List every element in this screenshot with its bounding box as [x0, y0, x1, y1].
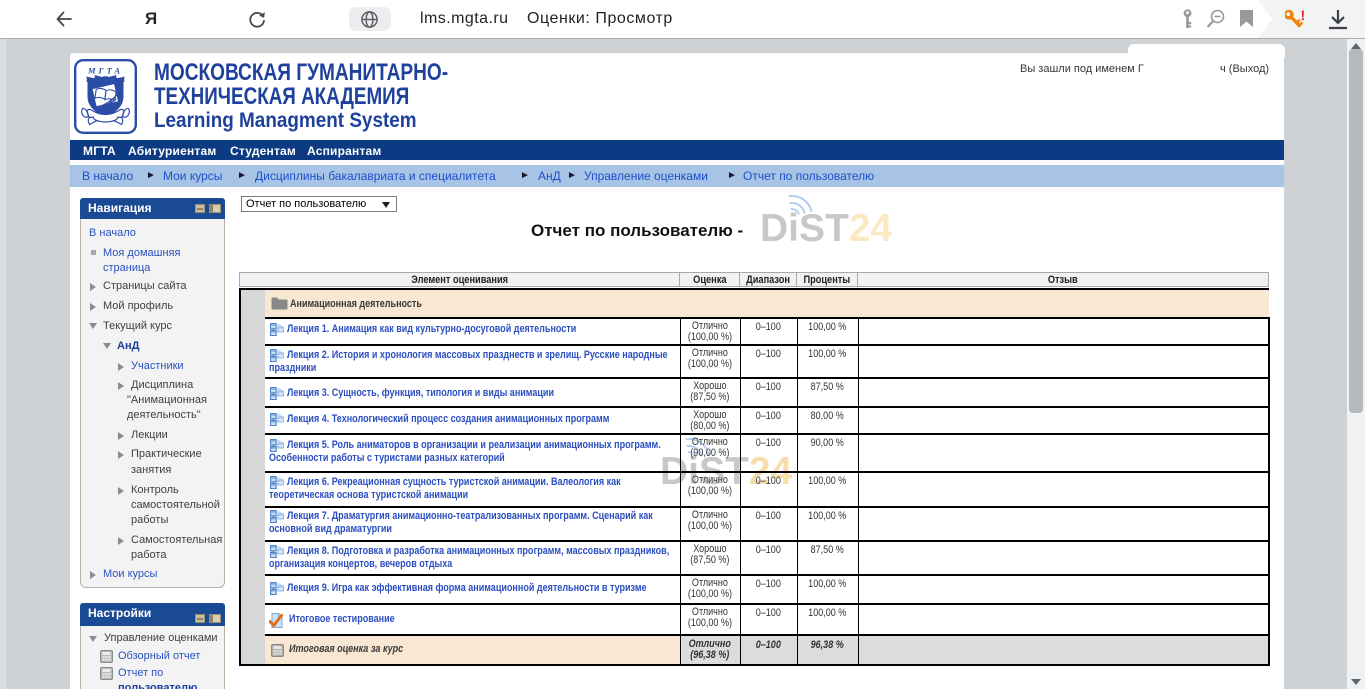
svg-text:МГТА: МГТА	[87, 66, 123, 76]
svg-text:!: !	[1301, 7, 1306, 23]
